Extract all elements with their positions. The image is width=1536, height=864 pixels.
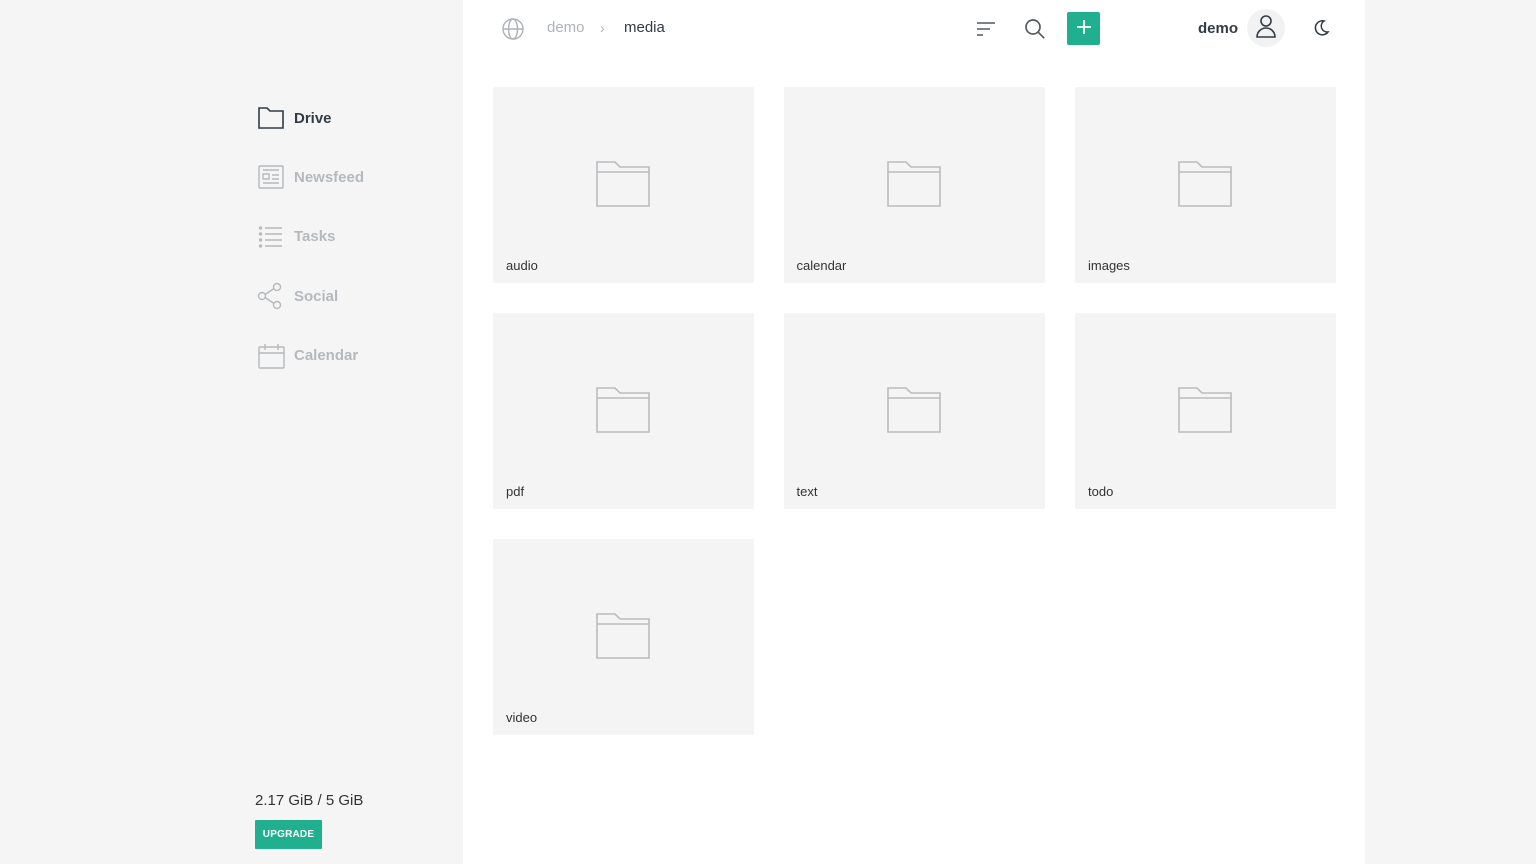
sidebar-item-label: Drive bbox=[294, 109, 332, 127]
folder-card[interactable]: video bbox=[493, 538, 754, 735]
storage-usage: 2.17 GiB / 5 GiB bbox=[255, 792, 364, 809]
sidebar-item-drive[interactable]: Drive bbox=[257, 100, 364, 136]
share-icon bbox=[257, 282, 285, 310]
folder-card[interactable]: pdf bbox=[493, 313, 754, 509]
sidebar-nav: Drive Newsfeed Tasks Social Calendar bbox=[257, 100, 364, 397]
folder-icon bbox=[595, 159, 651, 214]
folder-icon bbox=[257, 104, 285, 132]
folder-card[interactable]: images bbox=[1075, 87, 1336, 283]
plus-icon bbox=[1075, 18, 1093, 39]
sidebar-item-tasks[interactable]: Tasks bbox=[257, 219, 364, 255]
sidebar-item-social[interactable]: Social bbox=[257, 278, 364, 314]
right-gutter bbox=[1365, 0, 1536, 864]
list-icon bbox=[257, 223, 285, 251]
globe-icon[interactable] bbox=[501, 17, 525, 41]
folder-name: text bbox=[796, 484, 818, 499]
sidebar-item-label: Newsfeed bbox=[294, 168, 365, 186]
folder-icon bbox=[595, 611, 651, 666]
folder-icon bbox=[1177, 385, 1233, 440]
folder-card[interactable]: calendar bbox=[783, 87, 1045, 283]
sidebar-item-label: Social bbox=[294, 287, 339, 305]
folder-name: video bbox=[506, 709, 538, 725]
folder-name: calendar bbox=[796, 258, 847, 273]
sort-icon[interactable] bbox=[973, 16, 999, 42]
sidebar: Drive Newsfeed Tasks Social Calendar 2.1… bbox=[0, 0, 463, 864]
main-content: demo › media demo audio calendar images pdf… bbox=[463, 0, 1365, 864]
folder-icon bbox=[886, 385, 942, 440]
newspaper-icon bbox=[257, 163, 285, 191]
breadcrumb-root[interactable]: demo bbox=[547, 19, 585, 36]
sidebar-item-calendar[interactable]: Calendar bbox=[257, 338, 364, 374]
moon-icon[interactable] bbox=[1310, 17, 1332, 39]
folder-card[interactable]: audio bbox=[493, 87, 754, 283]
folder-name: images bbox=[1088, 258, 1130, 273]
folder-card[interactable]: text bbox=[783, 313, 1045, 509]
sidebar-item-label: Tasks bbox=[294, 228, 336, 246]
folder-icon bbox=[595, 385, 651, 440]
add-button[interactable] bbox=[1067, 12, 1100, 45]
folder-icon bbox=[886, 159, 942, 214]
breadcrumb-current: media bbox=[624, 19, 665, 36]
calendar-icon bbox=[257, 342, 285, 370]
search-icon[interactable] bbox=[1022, 16, 1048, 42]
top-bar: demo › media demo bbox=[463, 0, 1365, 58]
avatar[interactable] bbox=[1247, 9, 1285, 47]
folder-card[interactable]: todo bbox=[1075, 313, 1336, 509]
upgrade-button[interactable]: UPGRADE bbox=[255, 820, 322, 849]
breadcrumb-separator: › bbox=[600, 20, 605, 36]
folder-name: todo bbox=[1088, 484, 1114, 499]
folder-icon bbox=[1177, 159, 1233, 214]
sidebar-item-label: Calendar bbox=[294, 347, 359, 365]
user-icon bbox=[1255, 14, 1277, 43]
user-name[interactable]: demo bbox=[1198, 20, 1238, 37]
folder-name: audio bbox=[506, 258, 538, 273]
sidebar-item-newsfeed[interactable]: Newsfeed bbox=[257, 159, 364, 195]
folder-name: pdf bbox=[506, 484, 525, 499]
